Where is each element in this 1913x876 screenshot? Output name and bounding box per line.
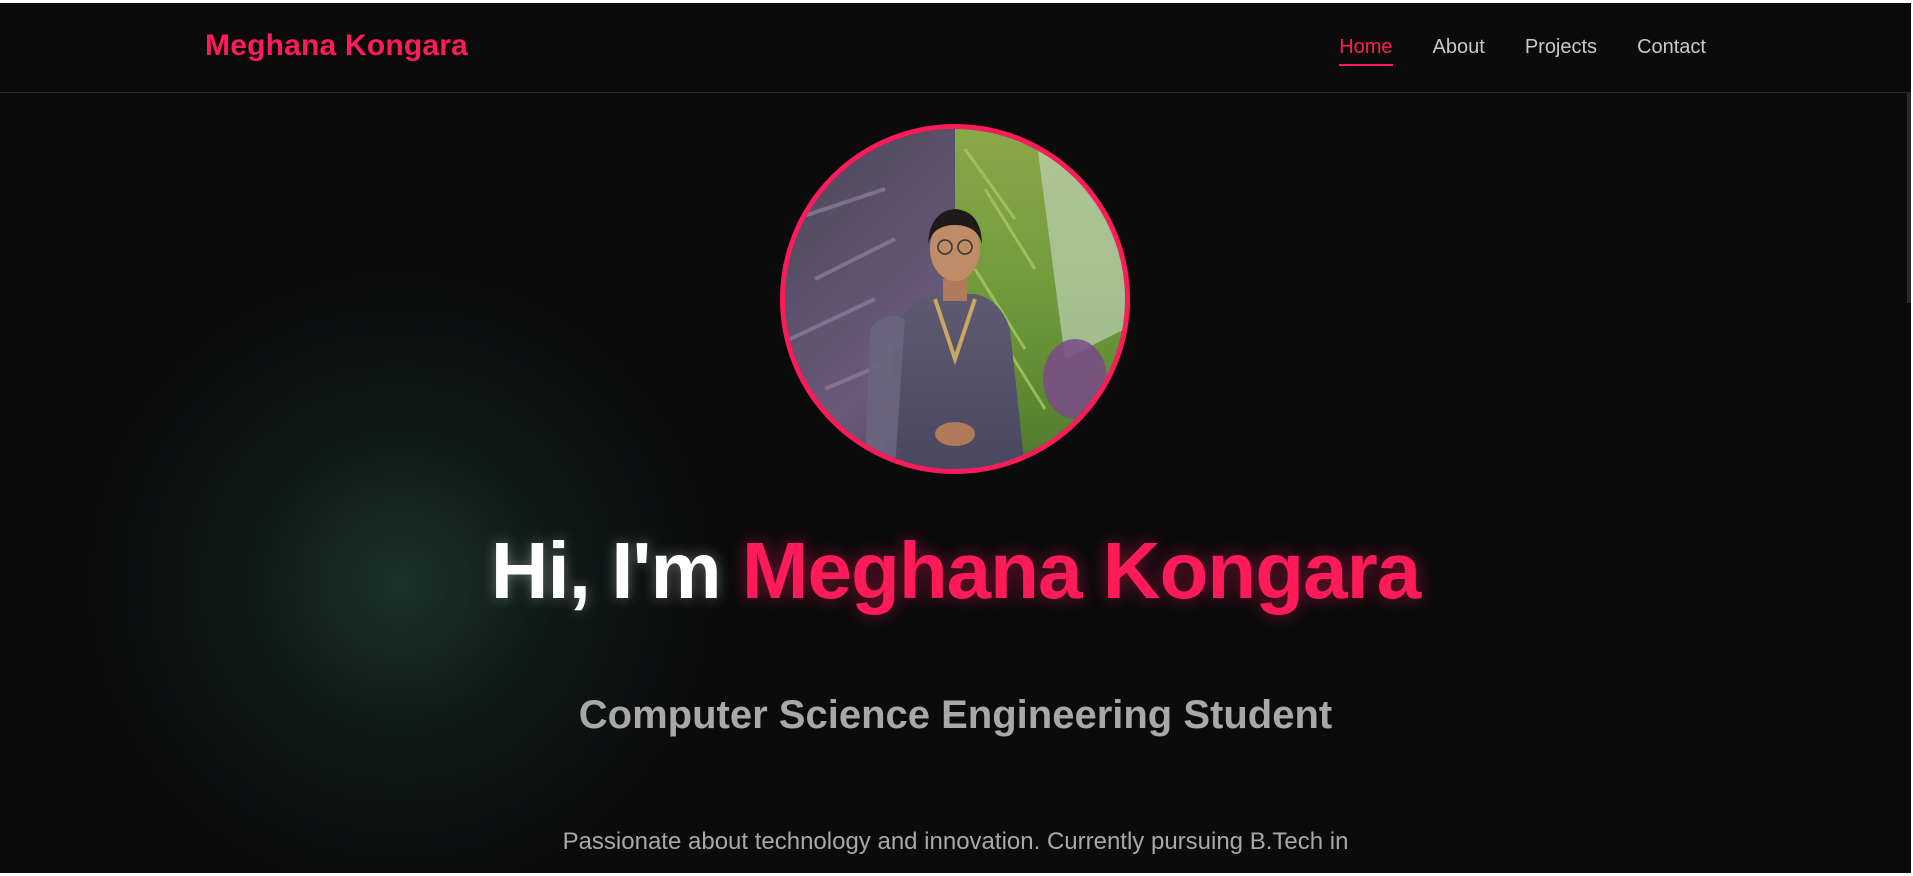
brand-logo[interactable]: Meghana Kongara [205,29,468,63]
profile-photo [780,124,1130,474]
profile-photo-illustration [785,129,1125,469]
page-viewport: Meghana Kongara Home About Projects Cont… [0,3,1911,873]
nav-link-contact[interactable]: Contact [1637,36,1706,66]
hero-description: Passionate about technology and innovati… [562,828,1349,855]
hero-greeting: Hi, I'm [490,526,722,615]
navbar: Meghana Kongara Home About Projects Cont… [0,3,1911,93]
hero-subtitle: Computer Science Engineering Student [578,693,1333,737]
main-nav: Home About Projects Contact [1339,36,1706,66]
nav-link-about[interactable]: About [1433,36,1485,66]
nav-link-home[interactable]: Home [1339,36,1393,66]
hero-name: Meghana Kongara [741,526,1421,615]
nav-link-projects[interactable]: Projects [1525,36,1597,66]
hero-title: Hi, I'm Meghana Kongara [0,523,1911,619]
